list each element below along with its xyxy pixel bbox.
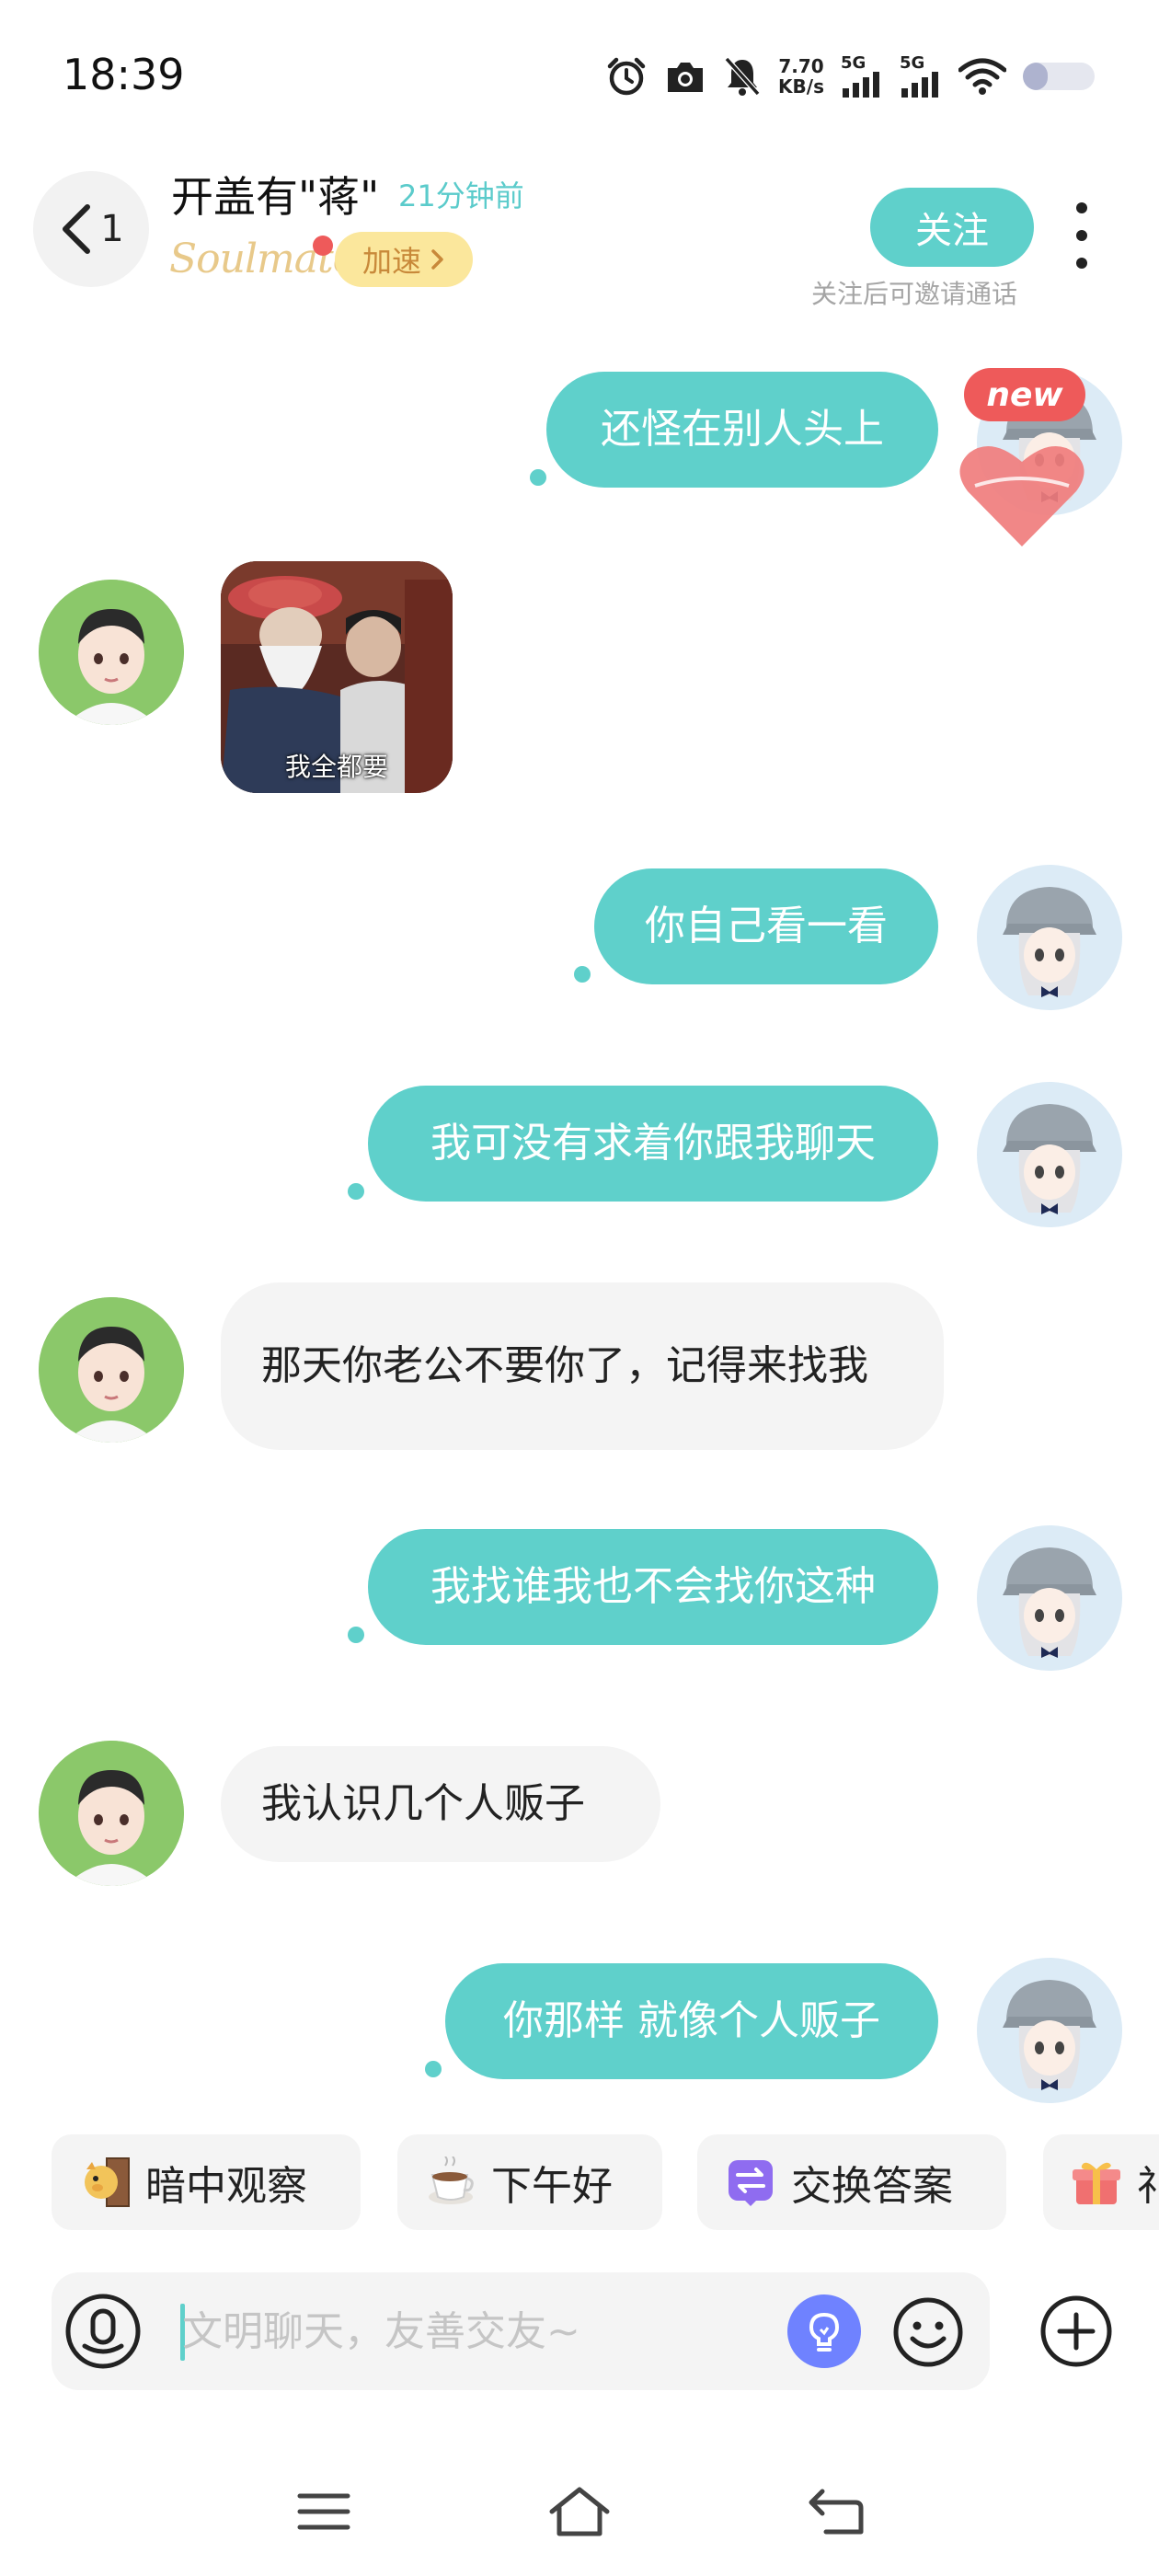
emoji-button[interactable] [890,2294,966,2370]
bubble-tail-dot [348,1627,364,1643]
notification-dot [313,236,333,256]
sticker-caption: 我全都要 [284,752,388,782]
sticker-image[interactable]: 我全都要 [221,561,453,793]
quick-reply-bar[interactable]: 暗中观察 下午好 交换答案 礼 [0,2134,1159,2232]
network-speed-value: 7.70 [778,55,824,77]
sim1-signal: 5G [841,55,883,98]
message-input[interactable] [182,2298,789,2364]
anime-girl-avatar-icon [977,865,1122,1010]
my-avatar[interactable] [977,865,1122,1010]
my-avatar[interactable] [977,1958,1122,2103]
lightbulb-icon [809,2312,840,2352]
quick-reply-label: 交换答案 [791,2163,953,2210]
network-speed: 7.70 KB/s [778,56,824,97]
wifi-icon [958,56,1006,97]
add-attachment-button[interactable] [1038,2293,1115,2370]
menu-icon [297,2493,350,2530]
message-bubble-received[interactable]: 那天你老公不要你了，记得来找我 [221,1282,944,1450]
new-badge: new [964,368,1085,421]
ai-assistant-button[interactable] [787,2294,861,2368]
chat-header: 1 开盖有"蒋" 21分钟前 Soulmate 加速 关注 关注后可邀请通话 [0,147,1159,322]
message-bubble-sent[interactable]: 我可没有求着你跟我聊天 [368,1086,938,1202]
bubble-tail-dot [425,2061,442,2077]
signal-bars-icon [901,72,938,98]
alarm-icon [605,56,648,97]
back-arrow-icon [809,2489,864,2535]
plus-circle-icon [1040,2295,1112,2367]
message-bubble-sent[interactable]: 你自己看一看 [594,868,938,984]
network-speed-unit: KB/s [778,75,824,98]
cartoon-boy-avatar-icon [39,580,184,725]
battery-fill [1023,63,1049,90]
battery-indicator [1023,63,1095,90]
anime-girl-avatar-icon [977,1958,1122,2103]
follow-hint: 关注后可邀请通话 [811,279,1018,309]
back-nav-button[interactable] [800,2480,874,2543]
sim2-signal: 5G [900,55,942,98]
quick-reply-chip[interactable]: 暗中观察 [52,2134,361,2230]
message-input-bar [52,2272,990,2390]
voice-icon [65,2294,141,2369]
bubble-tail-dot [530,469,546,486]
peeking-dog-icon [79,2156,131,2208]
peer-avatar[interactable] [39,580,184,725]
home-icon [549,2487,610,2536]
mute-bell-icon [723,56,762,97]
follow-button[interactable]: 关注 [870,188,1034,267]
sim2-label: 5G [900,53,925,73]
chevron-right-icon [431,249,443,270]
signal-bars-icon [843,72,879,98]
more-dot-icon [1076,230,1087,241]
chevron-left-icon [63,204,91,254]
last-seen: 21分钟前 [398,178,524,213]
coffee-cup-icon [425,2156,476,2208]
anime-girl-avatar-icon [977,1525,1122,1671]
more-dot-icon [1076,202,1087,213]
heart-icon [959,445,1084,546]
boost-label: 加速 [361,244,421,279]
status-time: 18:39 [63,50,185,99]
status-icons: 7.70 KB/s 5G 5G [605,53,1095,99]
message-bubble-sent[interactable]: 我找谁我也不会找你这种 [368,1529,938,1645]
more-dot-icon [1076,258,1087,269]
message-bubble-received[interactable]: 我认识几个人贩子 [221,1746,660,1862]
peer-avatar[interactable] [39,1741,184,1886]
quick-reply-label: 下午好 [491,2163,613,2210]
home-nav-button[interactable] [543,2480,616,2543]
camera-icon [664,56,706,97]
voice-button[interactable] [63,2291,143,2372]
bubble-tail-dot [574,966,591,983]
quick-reply-chip[interactable]: 交换答案 [697,2134,1006,2230]
anime-girl-avatar-icon [977,1082,1122,1227]
my-avatar[interactable] [977,1525,1122,1671]
more-options-button[interactable] [1067,202,1096,269]
my-avatar[interactable] [977,1082,1122,1227]
peer-avatar[interactable] [39,1297,184,1443]
unread-count: 1 [100,208,124,250]
system-navigation-bar [0,2447,1159,2576]
quick-reply-label: 暗中观察 [145,2163,307,2210]
message-bubble-sent[interactable]: 还怪在别人头上 [546,372,938,488]
sim1-label: 5G [841,53,866,73]
message-bubble-sent[interactable]: 你那样 就像个人贩子 [445,1963,938,2079]
back-button[interactable]: 1 [33,171,149,287]
smiley-icon [893,2297,963,2367]
exchange-icon [725,2156,776,2208]
status-bar: 18:39 7.70 KB/s 5G 5G [0,0,1159,147]
gift-icon [1071,2156,1122,2208]
peer-name[interactable]: 开盖有"蒋" [171,164,379,224]
boost-button[interactable]: 加速 [335,232,473,287]
cartoon-boy-avatar-icon [39,1741,184,1886]
menu-nav-button[interactable] [287,2480,361,2543]
cartoon-boy-avatar-icon [39,1297,184,1443]
bubble-tail-dot [348,1183,364,1200]
quick-reply-chip[interactable]: 下午好 [397,2134,662,2230]
message-list[interactable]: 还怪在别人头上 new 我全都要 你自己看一看 我可没有求着你跟我聊天 那天你老… [0,322,1159,2103]
quick-reply-chip[interactable]: 礼 [1043,2134,1159,2230]
quick-reply-label: 礼 [1137,2163,1159,2210]
